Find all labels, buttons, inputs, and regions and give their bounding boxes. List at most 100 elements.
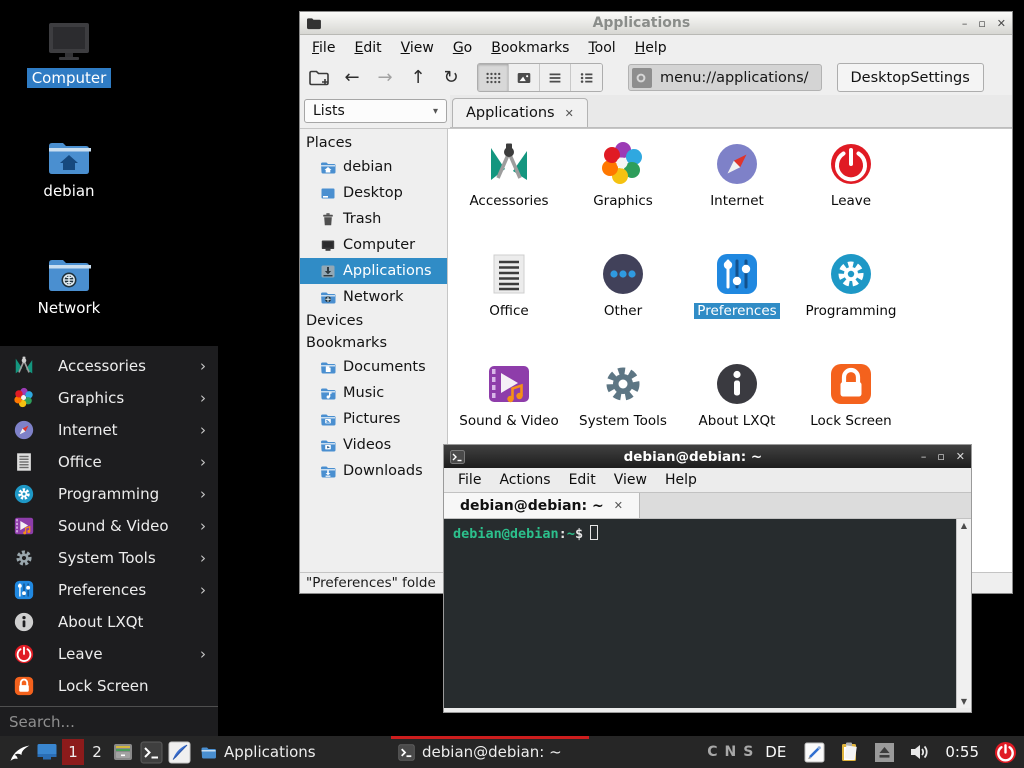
menu-go[interactable]: Go (453, 40, 472, 56)
terminal-icon (140, 741, 163, 764)
menu-item-internet[interactable]: Internet › (0, 414, 218, 446)
grid-item-office[interactable]: Office (452, 245, 566, 355)
sidebar-mode-combobox[interactable]: Lists ▾ (304, 99, 447, 123)
search-input[interactable]: Search... (0, 706, 218, 736)
menu-item-programming[interactable]: Programming › (0, 478, 218, 510)
close-button[interactable]: ✕ (956, 450, 965, 463)
terminal-launcher[interactable] (137, 738, 165, 766)
leave-button[interactable] (991, 738, 1019, 766)
sidebar-item-trash[interactable]: Trash (300, 206, 447, 232)
sidebar-item-documents[interactable]: Documents (300, 354, 447, 380)
fm-tab-applications[interactable]: Applications ✕ (452, 98, 588, 127)
sidebar-item-network[interactable]: Network (300, 284, 447, 310)
menu-bookmarks[interactable]: Bookmarks (491, 40, 569, 56)
text-editor-launcher[interactable] (165, 738, 193, 766)
workspace-2-button[interactable]: 2 (86, 739, 108, 765)
grid-item-accessories[interactable]: Accessories (452, 135, 566, 245)
menu-item-preferences[interactable]: Preferences › (0, 574, 218, 606)
grid-item-graphics[interactable]: Graphics (566, 135, 680, 245)
start-menu-button[interactable] (5, 738, 33, 766)
icon-view-button[interactable] (478, 64, 509, 91)
menu-view[interactable]: View (401, 40, 434, 56)
tab-close-icon[interactable]: ✕ (614, 499, 623, 512)
desktop-settings-button[interactable]: DesktopSettings (837, 63, 984, 92)
documents-folder-icon (320, 360, 336, 375)
terminal-titlebar[interactable]: debian@debian: ~ – ▫ ✕ (444, 445, 971, 468)
fm-titlebar[interactable]: Applications – ▫ ✕ (300, 12, 1012, 35)
menu-item-system-tools[interactable]: System Tools › (0, 542, 218, 574)
terminal-screen[interactable]: debian@debian:~$ (444, 519, 956, 708)
minimize-button[interactable]: – (921, 450, 927, 463)
file-manager-launcher[interactable] (109, 738, 137, 766)
keyboard-layout-indicator[interactable]: DE (765, 743, 786, 761)
maximize-button[interactable]: ▫ (937, 450, 944, 463)
menu-view[interactable]: View (614, 472, 647, 488)
menu-item-sound-video[interactable]: Sound & Video › (0, 510, 218, 542)
menu-item-office[interactable]: Office › (0, 446, 218, 478)
sidebar-item-desktop[interactable]: Desktop (300, 180, 447, 206)
screenshot-tool-tray-icon[interactable] (800, 738, 828, 766)
fm-panel-row: Lists ▾ Applications ✕ (300, 95, 1012, 128)
up-icon[interactable]: ↑ (407, 67, 429, 88)
menu-actions[interactable]: Actions (499, 472, 550, 488)
compact-view-button[interactable] (540, 64, 571, 91)
submenu-arrow-icon: › (200, 645, 206, 663)
menu-item-graphics[interactable]: Graphics › (0, 382, 218, 414)
clipboard-tray-icon[interactable] (835, 738, 863, 766)
menu-file[interactable]: File (312, 40, 335, 56)
forward-icon[interactable]: → (374, 67, 396, 88)
menu-help[interactable]: Help (665, 472, 697, 488)
sidebar-item-applications[interactable]: Applications (300, 258, 447, 284)
menu-item-lock-screen[interactable]: Lock Screen (0, 670, 218, 702)
menu-item-leave[interactable]: Leave › (0, 638, 218, 670)
grid-item-internet[interactable]: Internet (680, 135, 794, 245)
computer-monitor-icon (45, 22, 93, 64)
menu-help[interactable]: Help (635, 40, 667, 56)
sidebar-item-computer[interactable]: Computer (300, 232, 447, 258)
menu-tool[interactable]: Tool (588, 40, 615, 56)
sidebar-item-pictures[interactable]: Pictures (300, 406, 447, 432)
terminal-scrollbar[interactable]: ▲ ▼ (956, 519, 971, 708)
taskbar-task-file-manager[interactable]: Applications (193, 736, 391, 768)
programming-icon (13, 483, 35, 505)
sidebar-item-debian[interactable]: debian (300, 154, 447, 180)
sidebar-header-devices: Devices (300, 310, 447, 332)
menu-file[interactable]: File (458, 472, 481, 488)
removable-media-tray-icon[interactable] (870, 738, 898, 766)
grid-item-programming[interactable]: Programming (794, 245, 908, 355)
minimize-button[interactable]: – (962, 17, 968, 30)
menu-edit[interactable]: Edit (569, 472, 596, 488)
grid-item-preferences[interactable]: Preferences (680, 245, 794, 355)
menu-item-accessories[interactable]: Accessories › (0, 350, 218, 382)
reload-icon[interactable]: ↻ (440, 67, 462, 88)
grid-item-leave[interactable]: Leave (794, 135, 908, 245)
desktop-icon-debian-home[interactable]: debian (21, 139, 117, 201)
submenu-arrow-icon: › (200, 485, 206, 503)
terminal-cursor (590, 525, 598, 540)
fm-sidebar: Places debian Desktop (300, 128, 448, 572)
sidebar-item-music[interactable]: Music (300, 380, 447, 406)
show-desktop-button[interactable] (33, 738, 61, 766)
menu-item-about-lxqt[interactable]: About LXQt (0, 606, 218, 638)
clock[interactable]: 0:55 (945, 743, 979, 761)
desktop-icon-computer[interactable]: Computer (21, 22, 117, 88)
grid-item-other[interactable]: Other (566, 245, 680, 355)
scroll-up-icon[interactable]: ▲ (961, 521, 967, 530)
address-bar[interactable]: menu://applications/ (628, 64, 822, 91)
menu-edit[interactable]: Edit (354, 40, 381, 56)
desktop-icon-network[interactable]: Network (21, 256, 117, 318)
workspace-1-button[interactable]: 1 (62, 739, 84, 765)
sidebar-item-videos[interactable]: Videos (300, 432, 447, 458)
volume-tray-icon[interactable] (905, 738, 933, 766)
tab-close-icon[interactable]: ✕ (565, 107, 574, 120)
new-tab-icon[interactable] (308, 69, 330, 87)
thumbnail-view-button[interactable] (509, 64, 540, 91)
sidebar-item-downloads[interactable]: Downloads (300, 458, 447, 484)
close-button[interactable]: ✕ (997, 17, 1006, 30)
maximize-button[interactable]: ▫ (978, 17, 985, 30)
back-icon[interactable]: ← (341, 67, 363, 88)
detailed-view-button[interactable] (571, 64, 602, 91)
taskbar-task-terminal[interactable]: debian@debian: ~ (391, 736, 589, 768)
terminal-tab[interactable]: debian@debian: ~ ✕ (444, 493, 640, 518)
scroll-down-icon[interactable]: ▼ (961, 697, 967, 706)
